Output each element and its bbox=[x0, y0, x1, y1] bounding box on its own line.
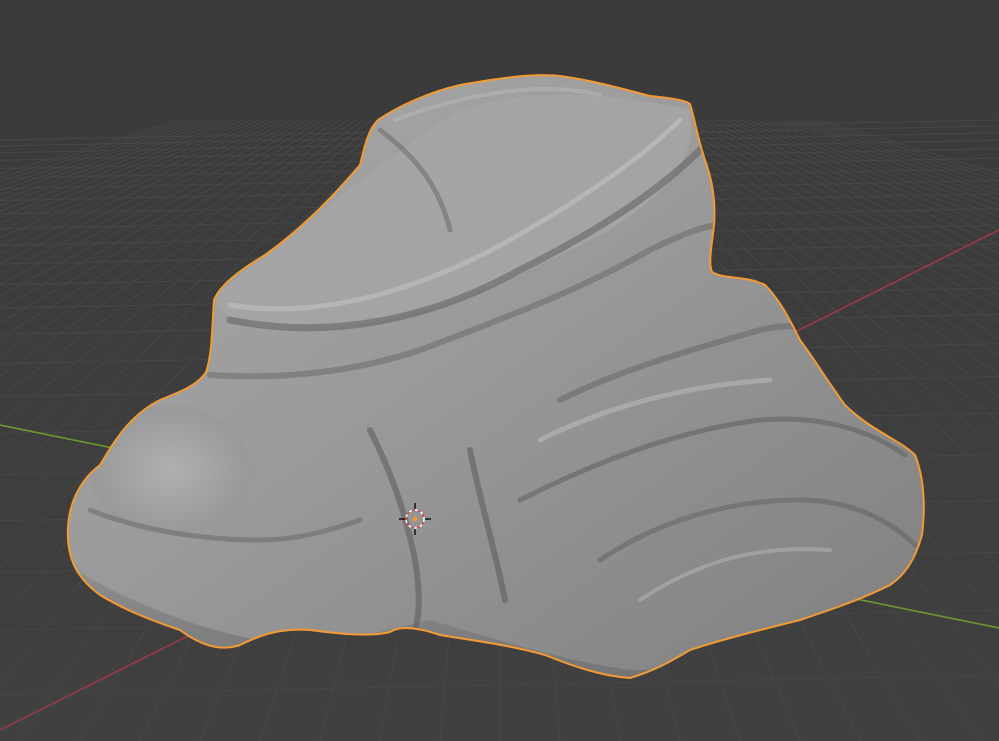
origin-dot bbox=[412, 516, 418, 522]
viewport-canvas[interactable] bbox=[0, 0, 999, 741]
3d-viewport[interactable] bbox=[0, 0, 999, 741]
